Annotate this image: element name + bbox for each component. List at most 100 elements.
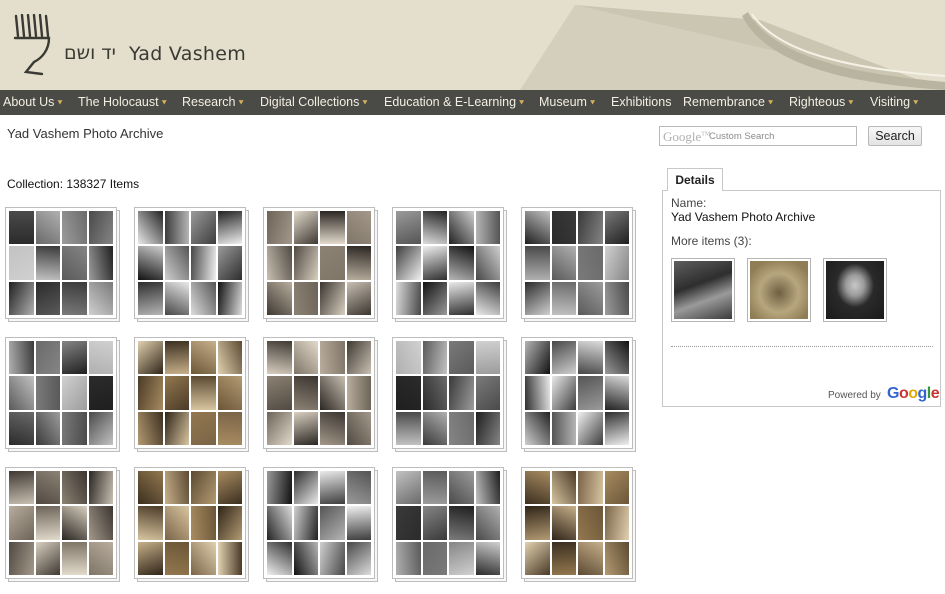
nav-item-digital-collections[interactable]: Digital Collections ⯆ [260,90,369,115]
more-item-thumbnail-3[interactable] [823,258,887,322]
photo-collection-tile[interactable] [5,467,120,582]
more-item-thumbnail-2[interactable] [747,258,811,322]
photo-collection-tile[interactable] [5,207,120,322]
photo-thumbnail-icon [191,211,216,245]
nav-item-about-us[interactable]: About Us ⯆ [3,90,64,115]
chevron-down-icon: ⯆ [588,98,597,108]
tab-details[interactable]: Details [667,168,723,191]
nav-item-label: Remembrance [683,95,765,109]
search-input[interactable]: GoogleTM Custom Search [659,126,857,146]
photo-collection-tile[interactable] [134,207,249,322]
tile-face [263,467,375,579]
photo-thumbnail-icon [267,471,292,505]
photo-thumbnail-icon [826,261,884,319]
photo-thumbnail-icon [475,246,500,280]
photo-collection-tile[interactable] [521,207,636,322]
nav-item-righteous[interactable]: Righteous ⯆ [789,90,855,115]
logo-hebrew-text: יד ושם [64,42,116,64]
photo-thumbnail-icon [578,471,603,505]
photo-thumbnail-icon [422,341,447,375]
photo-collection-tile[interactable] [134,337,249,452]
photo-collection-tile[interactable] [521,467,636,582]
photo-collection-tile[interactable] [521,337,636,452]
photo-thumbnail-icon [604,211,629,245]
name-value: Yad Vashem Photo Archive [671,210,816,224]
more-item-thumbnail-1[interactable] [671,258,735,322]
photo-thumbnail-icon [217,506,242,540]
photo-thumbnail-icon [551,411,576,445]
nav-item-label: Righteous [789,95,846,109]
photo-thumbnail-icon [525,471,550,505]
nav-item-label: About Us [3,95,55,109]
photo-thumbnail-icon [217,211,242,245]
chevron-down-icon: ⯆ [912,98,920,108]
photo-thumbnail-icon [191,376,216,410]
tile-face [521,467,633,579]
photo-thumbnail-icon [62,541,87,575]
photo-collection-tile[interactable] [392,467,507,582]
page-title: Yad Vashem Photo Archive [7,126,164,141]
photo-thumbnail-icon [62,471,87,505]
name-label: Name: [671,196,707,210]
photo-thumbnail-icon [138,506,163,540]
photo-thumbnail-icon [578,281,603,315]
chevron-down-icon: ⯆ [361,98,369,108]
photo-thumbnail-icon [525,341,550,375]
logo-english-text[interactable]: Yad Vashem [129,43,246,65]
search-button[interactable]: Search [868,126,922,146]
photo-collection-tile[interactable] [263,337,378,452]
photo-thumbnail-icon [35,376,60,410]
photo-thumbnail-icon [138,341,163,375]
photo-thumbnail-icon [449,506,474,540]
nav-item-museum[interactable]: Museum ⯆ [539,90,596,115]
photo-thumbnail-icon [578,246,603,280]
photo-thumbnail-icon [449,471,474,505]
photo-collection-tile[interactable] [5,337,120,452]
photo-thumbnail-icon [35,211,60,245]
nav-item-research[interactable]: Research ⯆ [182,90,245,115]
photo-collection-tile[interactable] [263,207,378,322]
photo-thumbnail-icon [475,411,500,445]
photo-collection-tile[interactable] [134,467,249,582]
photo-thumbnail-icon [62,376,87,410]
tile-face [521,337,633,449]
photo-thumbnail-icon [35,411,60,445]
photo-thumbnail-icon [88,281,113,315]
photo-thumbnail-icon [88,411,113,445]
photo-thumbnail-icon [604,411,629,445]
nav-item-education[interactable]: Education & E-Learning ⯆ [384,90,525,115]
photo-collection-tile[interactable] [392,337,507,452]
photo-thumbnail-icon [422,411,447,445]
photo-thumbnail-icon [164,506,189,540]
photo-thumbnail-icon [293,246,318,280]
chevron-down-icon: ⯆ [518,98,526,108]
photo-thumbnail-icon [9,211,34,245]
photo-thumbnail-icon [62,281,87,315]
photo-thumbnail-icon [396,506,421,540]
photo-thumbnail-icon [217,376,242,410]
photo-thumbnail-icon [191,411,216,445]
photo-thumbnail-icon [525,506,550,540]
photo-thumbnail-icon [9,411,34,445]
site-header: יד ושם Yad Vashem [0,0,945,90]
nav-item-remembrance[interactable]: Remembrance ⯆ [683,90,774,115]
photo-thumbnail-icon [449,211,474,245]
photo-thumbnail-icon [138,211,163,245]
photo-thumbnail-icon [88,376,113,410]
nav-item-exhibitions[interactable]: Exhibitions [611,90,671,115]
photo-thumbnail-icon [88,471,113,505]
photo-thumbnail-icon [578,411,603,445]
tile-face [5,337,117,449]
photo-thumbnail-icon [578,541,603,575]
photo-collection-tile[interactable] [392,207,507,322]
tile-face [263,337,375,449]
nav-item-the-holocaust[interactable]: The Holocaust ⯆ [78,90,168,115]
chevron-down-icon: ⯆ [766,98,775,108]
nav-item-visiting[interactable]: Visiting ⯆ [870,90,919,115]
nav-item-label: Exhibitions [611,95,672,109]
photo-thumbnail-icon [422,246,447,280]
photo-thumbnail-icon [62,246,87,280]
google-logo[interactable]: Google [887,385,940,403]
photo-thumbnail-icon [35,281,60,315]
photo-collection-tile[interactable] [263,467,378,582]
